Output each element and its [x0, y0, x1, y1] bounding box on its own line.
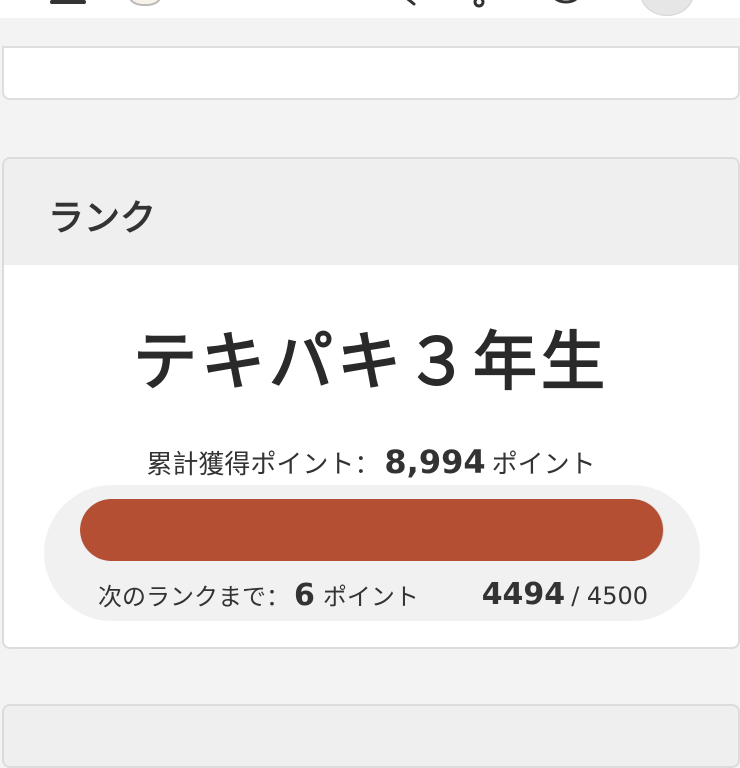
rank-name: テキパキ３年生: [133, 326, 609, 400]
divider: [4, 46, 738, 48]
avatar[interactable]: [640, 0, 694, 16]
next-rank-points: 6: [294, 578, 315, 613]
total-points-value: 8,994: [384, 443, 486, 481]
progress-count: 4494/ 4500: [482, 577, 648, 612]
next-rank-unit: ポイント: [322, 583, 419, 611]
top-header: [0, 0, 740, 18]
next-rank-label: 次のランクまで：: [98, 583, 290, 611]
rank-card: ランク テキパキ３年生 累計獲得ポイント： 8,994 ポイント 次のランクまで： 6…: [2, 157, 740, 649]
chat-icon[interactable]: [548, 0, 584, 8]
hamburger-menu-icon[interactable]: [50, 0, 86, 4]
search-icon[interactable]: [396, 0, 416, 6]
rank-card-header: ランク: [4, 159, 738, 265]
next-card: [2, 704, 740, 768]
next-rank-line: 次のランクまで： 6 ポイント: [98, 577, 419, 613]
total-points-unit: ポイント: [491, 450, 596, 480]
rank-progress-fill: [80, 499, 664, 561]
logo-icon[interactable]: [126, 0, 164, 6]
rank-progress-bar: [80, 499, 664, 561]
total-points-line: 累計獲得ポイント： 8,994 ポイント: [4, 443, 738, 481]
progress-current: 4494: [481, 577, 566, 612]
progress-target: 4500: [586, 582, 648, 610]
rank-progress-box: 次のランクまで： 6 ポイント 4494/ 4500: [44, 485, 700, 621]
bell-icon[interactable]: [466, 0, 492, 8]
total-points-label: 累計獲得ポイント：: [146, 450, 381, 480]
progress-separator: /: [571, 582, 580, 610]
previous-card: [2, 46, 740, 100]
rank-card-title: ランク: [48, 198, 157, 239]
